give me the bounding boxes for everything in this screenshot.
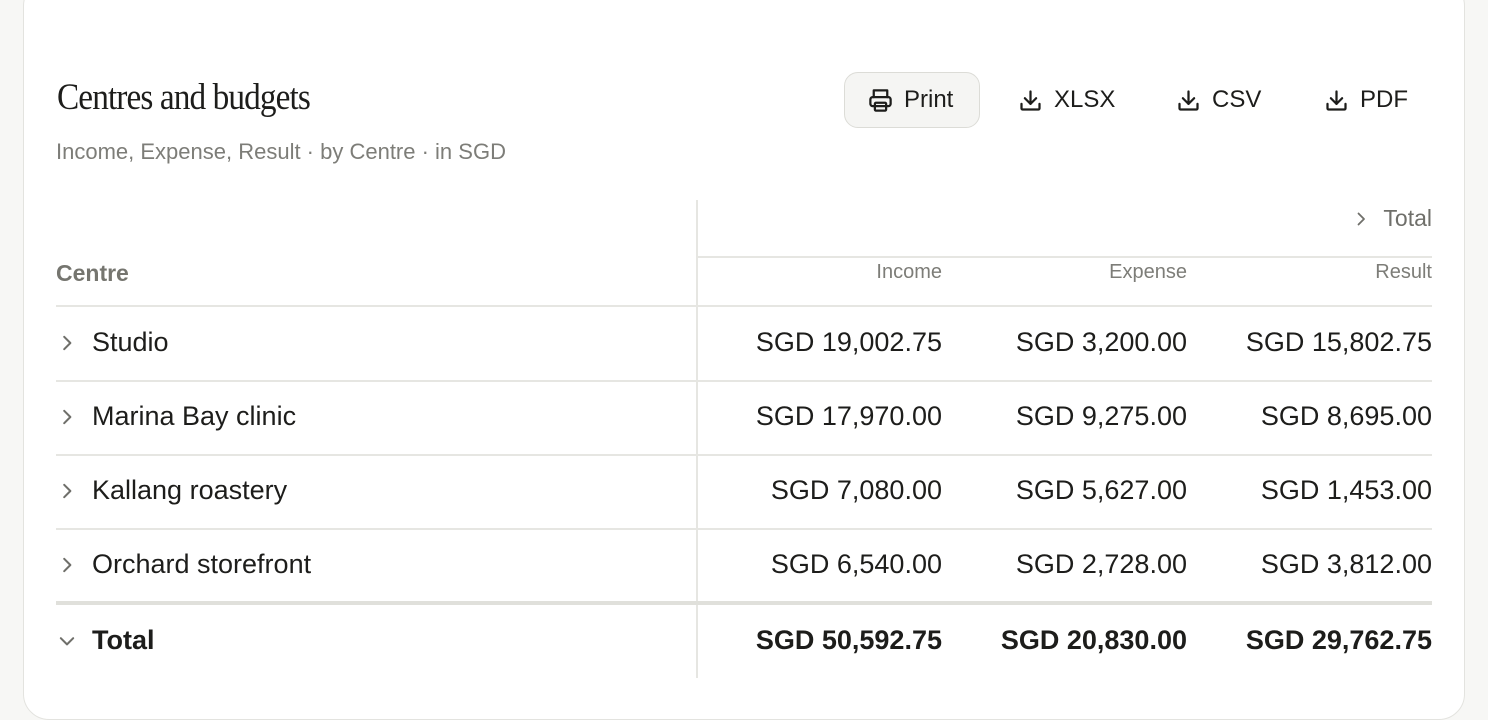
group-header-label: Total <box>1383 205 1432 231</box>
download-icon <box>1326 89 1347 111</box>
total-expense-cell: SGD 20,830.00 <box>1000 625 1187 655</box>
export-csv-button[interactable]: CSV <box>1175 72 1261 128</box>
report-subtitle: Income, Expense, Result · by Centre · in… <box>56 139 506 164</box>
result-cell: SGD 1,453.00 <box>1260 475 1432 505</box>
centre-name: Studio <box>92 327 169 357</box>
expense-cell: SGD 2,728.00 <box>1015 549 1187 579</box>
centre-name: Orchard storefront <box>92 549 312 579</box>
print-button[interactable]: Print <box>844 72 980 128</box>
result-cell: SGD 15,802.75 <box>1245 327 1432 357</box>
total-divider <box>56 601 1432 605</box>
export-pdf-label: PDF <box>1360 86 1408 113</box>
income-column-header[interactable]: Income <box>876 261 942 284</box>
group-header-divider <box>697 256 1432 258</box>
chevron-right-icon <box>63 483 72 498</box>
expense-cell: SGD 9,275.00 <box>1015 401 1187 431</box>
report-title: Centres and budgets <box>57 77 311 118</box>
export-xlsx-label: XLSX <box>1054 86 1116 113</box>
print-button-label: Print <box>904 86 954 113</box>
expense-cell: SGD 3,200.00 <box>1015 327 1187 357</box>
total-result-cell: SGD 29,762.75 <box>1245 625 1432 655</box>
income-cell: SGD 19,002.75 <box>755 327 942 357</box>
header-divider <box>56 305 1432 307</box>
result-column-header[interactable]: Result <box>1375 261 1432 284</box>
row-expand-toggle[interactable]: Kallang roastery <box>58 475 287 506</box>
income-cell: SGD 17,970.00 <box>755 401 942 431</box>
income-cell: SGD 7,080.00 <box>770 475 942 505</box>
income-cell: SGD 6,540.00 <box>770 549 942 579</box>
expense-cell: SGD 5,627.00 <box>1015 475 1187 505</box>
export-xlsx-button[interactable]: XLSX <box>1017 72 1115 128</box>
total-label: Total <box>92 625 155 655</box>
row-expand-toggle[interactable]: Orchard storefront <box>58 549 311 580</box>
centre-name: Kallang roastery <box>92 475 288 505</box>
chevron-right-icon <box>63 557 72 572</box>
chevron-down-icon <box>59 636 75 645</box>
row-expand-toggle[interactable]: Studio <box>58 327 169 358</box>
result-cell: SGD 8,695.00 <box>1260 401 1432 431</box>
export-pdf-button[interactable]: PDF <box>1323 72 1408 128</box>
centre-name: Marina Bay clinic <box>92 401 297 431</box>
chevron-right-icon <box>1358 212 1366 225</box>
total-group-toggle[interactable]: Total <box>1353 205 1432 232</box>
row-divider <box>56 454 1432 456</box>
printer-icon <box>869 88 892 112</box>
column-divider <box>696 200 698 678</box>
row-divider <box>56 528 1432 530</box>
row-expand-toggle[interactable]: Marina Bay clinic <box>58 401 296 432</box>
download-icon <box>1178 89 1199 111</box>
total-income-cell: SGD 50,592.75 <box>755 625 942 655</box>
chevron-right-icon <box>63 335 72 350</box>
download-icon <box>1020 89 1041 111</box>
total-collapse-toggle[interactable]: Total <box>58 625 155 656</box>
result-cell: SGD 3,812.00 <box>1260 549 1432 579</box>
row-divider <box>56 380 1432 382</box>
chevron-right-icon <box>63 409 72 424</box>
centre-column-header[interactable]: Centre <box>56 260 129 287</box>
expense-column-header[interactable]: Expense <box>1109 261 1187 284</box>
export-csv-label: CSV <box>1212 86 1262 113</box>
